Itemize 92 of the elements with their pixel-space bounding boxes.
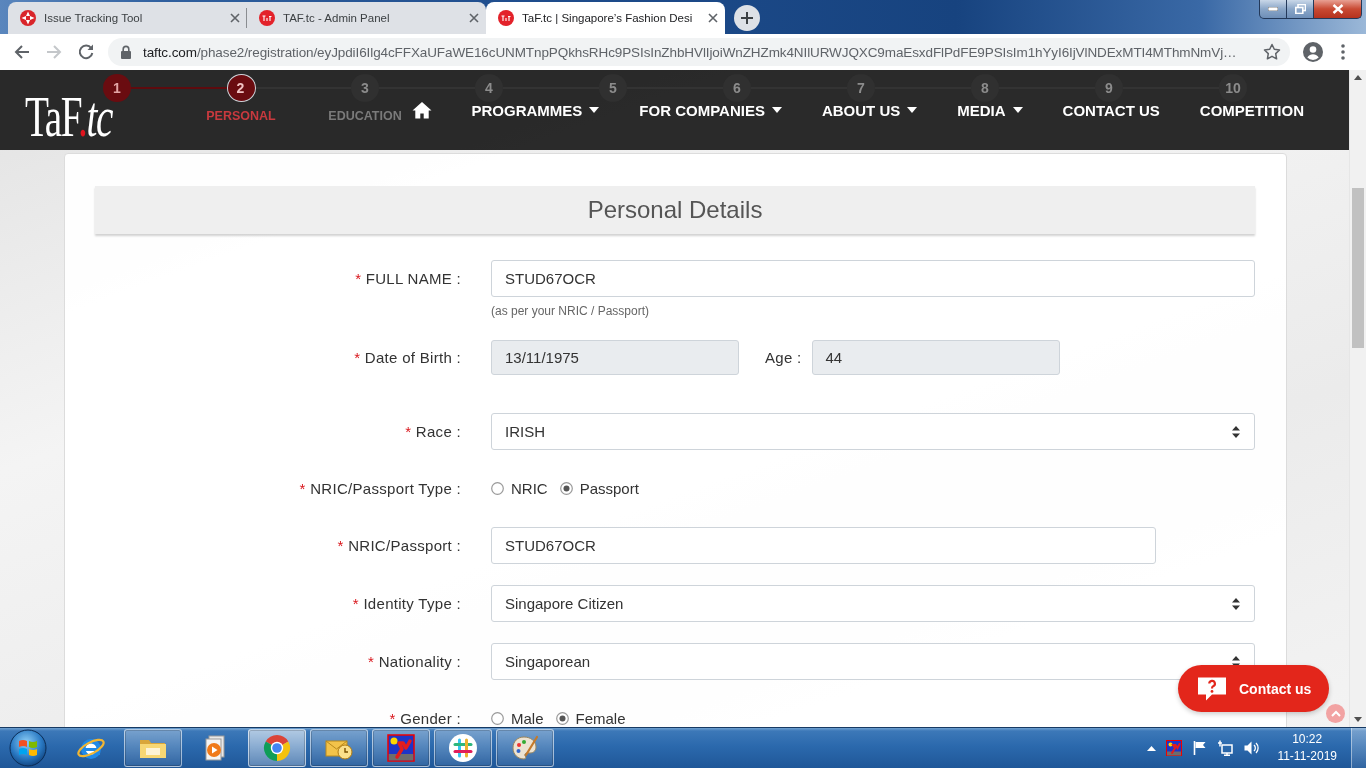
flag-icon[interactable] bbox=[1192, 740, 1208, 756]
step-marker: 1 bbox=[103, 74, 131, 102]
select-field[interactable]: Singaporean bbox=[491, 643, 1255, 680]
radio-option[interactable]: NRIC bbox=[491, 481, 548, 496]
scrollbar-thumb[interactable] bbox=[1352, 188, 1364, 348]
taskbar-button[interactable] bbox=[496, 729, 554, 767]
step-marker: 9 bbox=[1095, 74, 1123, 102]
nav-link[interactable]: FOR COMPANIES bbox=[639, 101, 782, 119]
new-tab-button[interactable] bbox=[734, 5, 760, 31]
taskbar-button[interactable] bbox=[124, 729, 182, 767]
chevron-up-icon bbox=[1330, 710, 1341, 717]
field-label: * Date of Birth : bbox=[354, 350, 461, 365]
palette-icon bbox=[510, 733, 540, 763]
step-marker: 2 bbox=[226, 74, 256, 102]
close-icon bbox=[1331, 4, 1344, 14]
caret-down-icon[interactable] bbox=[1354, 717, 1362, 722]
field-label: * FULL NAME : bbox=[355, 271, 461, 286]
nav-link[interactable]: PROGRAMMES bbox=[471, 101, 600, 119]
restore-icon bbox=[1294, 4, 1306, 14]
field-label: * Nationality : bbox=[368, 654, 461, 669]
taskbar-button[interactable] bbox=[310, 729, 368, 767]
browser-tab[interactable]: Issue Tracking Tool bbox=[8, 2, 247, 34]
step-marker: 7 bbox=[847, 74, 875, 102]
field-label: * Gender : bbox=[389, 711, 461, 726]
plus-icon bbox=[741, 12, 753, 24]
radio-option[interactable]: Male bbox=[491, 711, 544, 726]
radio-option[interactable]: Female bbox=[555, 711, 626, 726]
nav-link[interactable]: CONTACT US bbox=[1062, 101, 1160, 119]
step-marker: 10 bbox=[1219, 74, 1247, 102]
sort-arrows-icon bbox=[1232, 597, 1240, 610]
question-bubble-icon bbox=[1197, 675, 1227, 702]
account-icon[interactable] bbox=[1303, 42, 1323, 62]
network-icon[interactable] bbox=[1217, 740, 1234, 756]
step-marker: 6 bbox=[723, 74, 751, 102]
field-hint: (as per your NRIC / Passport) bbox=[491, 304, 650, 318]
field-label: Age : bbox=[765, 350, 802, 365]
taskbar-button[interactable] bbox=[434, 729, 492, 767]
step-marker: 8 bbox=[971, 74, 999, 102]
show-desktop-button[interactable] bbox=[1351, 728, 1366, 768]
site-logo-icon bbox=[259, 10, 275, 26]
menu-icon[interactable] bbox=[1341, 44, 1345, 60]
radio-option[interactable]: Passport bbox=[559, 481, 639, 496]
field-label: * Identity Type : bbox=[352, 596, 461, 611]
compass-icon bbox=[20, 10, 36, 26]
step-marker: 5 bbox=[599, 74, 627, 102]
contact-us-button[interactable]: Contact us bbox=[1178, 665, 1329, 712]
text-field[interactable]: 44 bbox=[811, 340, 1060, 375]
step-marker: 4 bbox=[475, 74, 503, 102]
reload-icon[interactable] bbox=[76, 42, 96, 62]
field-label: * NRIC/Passport Type : bbox=[299, 481, 461, 496]
nav-link[interactable]: MEDIA bbox=[957, 101, 1023, 119]
text-field[interactable]: 13/11/1975 bbox=[491, 340, 739, 375]
close-icon[interactable] bbox=[230, 13, 240, 23]
select-field[interactable]: Singapore Citizen bbox=[491, 585, 1255, 622]
home-icon[interactable] bbox=[411, 101, 432, 119]
browser-tab[interactable]: TAF.tc - Admin Panel bbox=[247, 2, 486, 34]
close-button[interactable] bbox=[1314, 0, 1362, 19]
text-field[interactable]: STUD67OCR bbox=[491, 527, 1156, 564]
field-label: * Race : bbox=[405, 424, 461, 439]
step-marker: 3 bbox=[351, 74, 379, 102]
clock[interactable]: 10:22 11-11-2019 bbox=[1277, 731, 1337, 765]
scrollbar[interactable] bbox=[1349, 70, 1366, 727]
section-heading: Personal Details bbox=[95, 186, 1255, 234]
site-logo-icon bbox=[498, 10, 514, 26]
select-field[interactable]: IRISH bbox=[491, 413, 1255, 450]
browser-tab[interactable]: TaF.tc | Singapore’s Fashion Desi bbox=[486, 2, 725, 34]
figure-icon bbox=[386, 733, 416, 763]
minimize-icon bbox=[1268, 7, 1278, 11]
lock-icon bbox=[120, 45, 132, 59]
field-label: * NRIC/Passport : bbox=[337, 538, 461, 553]
wheel-icon bbox=[262, 733, 292, 763]
hash-icon bbox=[448, 733, 478, 763]
speaker-icon[interactable] bbox=[1243, 740, 1260, 756]
taskbar-button[interactable] bbox=[372, 729, 430, 767]
step-label: PERSONAL bbox=[206, 109, 276, 123]
close-icon[interactable] bbox=[469, 13, 479, 23]
step-label: EDUCATION bbox=[328, 109, 402, 123]
restore-button[interactable] bbox=[1287, 0, 1314, 19]
close-icon[interactable] bbox=[708, 13, 718, 23]
address-bar[interactable]: taftc.com/phase2/registration/eyJpdiI6Ilg4cFFXaUFaWE16cUNMTnpPQkhsRHc9PSIsInZhbHVlIjoiWnZHZmk4NIlURWJQXC9maEsxdFlPdFE9PSIsIm1hYyI6IjVlNDExMTI4MThmNmVj… bbox=[108, 38, 1290, 66]
figure-icon[interactable] bbox=[1166, 740, 1183, 756]
nav-link[interactable]: COMPETITION bbox=[1199, 101, 1304, 119]
taskbar-button[interactable] bbox=[248, 729, 306, 767]
nav-link[interactable]: ABOUT US bbox=[821, 101, 918, 119]
flag-orb-icon bbox=[9, 729, 47, 767]
caret-up-icon[interactable] bbox=[1354, 75, 1362, 80]
caret-up-icon[interactable] bbox=[1147, 745, 1157, 751]
text-field[interactable]: STUD67OCR bbox=[491, 260, 1255, 297]
sort-arrows-icon bbox=[1232, 425, 1240, 438]
minimize-button[interactable] bbox=[1259, 0, 1287, 19]
bookmark-star-icon[interactable] bbox=[1263, 43, 1281, 61]
start-button[interactable] bbox=[6, 728, 50, 768]
